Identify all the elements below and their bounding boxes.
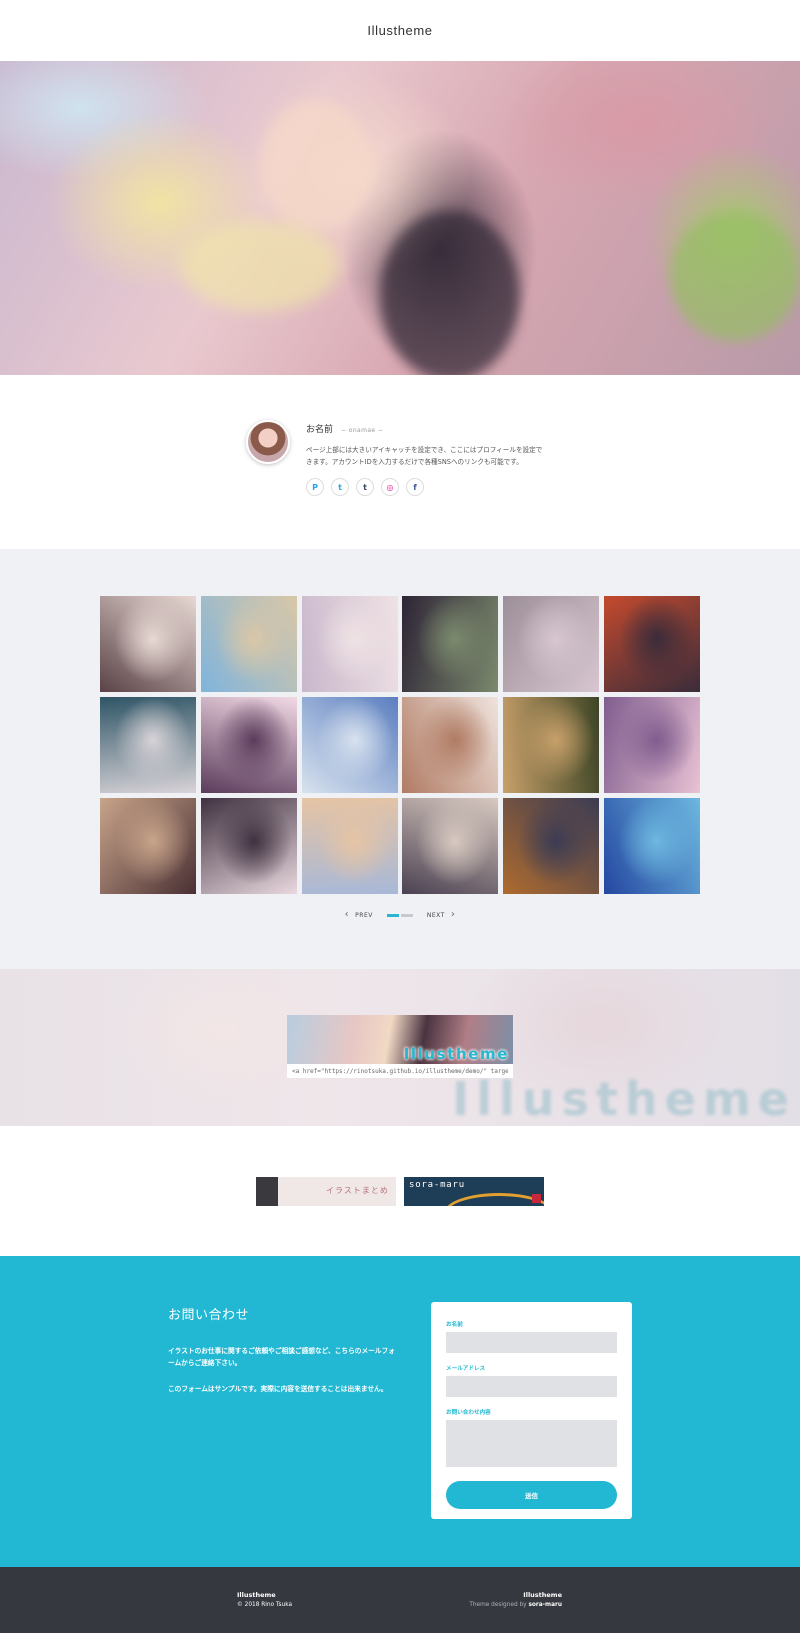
- link-banners: イラストまとめ sora-maru: [0, 1126, 800, 1256]
- profile-name: お名前: [306, 425, 334, 435]
- name-label: お名前: [446, 1322, 463, 1328]
- footer-credit-link[interactable]: sora-maru: [528, 1602, 562, 1608]
- arc-decoration: [444, 1192, 544, 1206]
- footer-theme-title: Illustheme: [523, 1591, 562, 1599]
- sns-links: Pt t ◎ f: [306, 478, 566, 496]
- gallery-thumbnail[interactable]: [200, 798, 297, 894]
- twitter-link[interactable]: t: [331, 478, 349, 496]
- site-footer: Illustheme © 2018 Rino Tsuka Illustheme …: [0, 1567, 800, 1633]
- gallery-thumbnail[interactable]: [402, 798, 499, 894]
- chevron-right-icon: ›: [450, 909, 456, 920]
- tumblr-link[interactable]: t: [356, 478, 374, 496]
- email-field[interactable]: [446, 1376, 617, 1397]
- gallery-grid: [100, 596, 700, 894]
- gallery-thumbnail[interactable]: [100, 798, 196, 894]
- page-dot-2[interactable]: [400, 913, 413, 917]
- tumblr-icon: t: [363, 482, 367, 492]
- next-label: NEXT: [426, 911, 445, 919]
- next-button[interactable]: NEXT ›: [427, 910, 455, 920]
- banner-code-field[interactable]: [287, 1064, 513, 1078]
- gallery-thumbnail[interactable]: [402, 596, 499, 692]
- site-title[interactable]: Illustheme: [367, 23, 432, 38]
- gallery-thumbnail[interactable]: [301, 697, 398, 793]
- gallery-thumbnail[interactable]: [301, 596, 398, 692]
- prev-button[interactable]: ‹ PREV: [345, 910, 373, 920]
- gallery-thumbnail[interactable]: [100, 596, 196, 692]
- contact-description: イラストのお仕事に関するご依頼やご相談ご感想など、こちらのメールフォームからご連…: [168, 1347, 395, 1367]
- link-banner-soramaru[interactable]: sora-maru: [404, 1176, 544, 1206]
- page-dot-1[interactable]: [386, 913, 399, 917]
- pixiv-link[interactable]: P: [306, 478, 324, 496]
- banner-background-text: Illustheme: [452, 1072, 796, 1126]
- submit-button[interactable]: 送信: [446, 1481, 617, 1509]
- twitter-icon: t: [338, 482, 342, 492]
- contact-section: お問い合わせ イラストのお仕事に関するご依頼やご相談ご感想など、こちらのメールフ…: [0, 1256, 800, 1567]
- profile-bio: ページ上部には大きいアイキャッチを設定でき、ここにはプロフィールを設定で きます…: [306, 444, 566, 468]
- footer-credit-prefix: Theme designed by: [469, 1602, 529, 1608]
- gallery-thumbnail[interactable]: [402, 697, 499, 793]
- gallery-thumbnail[interactable]: [603, 798, 700, 894]
- facebook-link[interactable]: f: [406, 478, 424, 496]
- link-banner-illust-text: イラストまとめ: [326, 1185, 389, 1195]
- hero-image: [0, 61, 800, 375]
- name-field[interactable]: [446, 1332, 617, 1353]
- chevron-left-icon: ‹: [344, 909, 350, 920]
- avatar: [246, 420, 290, 464]
- gallery-thumbnail[interactable]: [603, 596, 700, 692]
- site-banner[interactable]: Illustheme: [287, 1015, 513, 1064]
- link-banner-illust[interactable]: イラストまとめ: [256, 1176, 396, 1206]
- message-label: お問い合わせ内容: [446, 1410, 491, 1416]
- instagram-link[interactable]: ◎: [381, 478, 399, 496]
- site-header: Illustheme: [0, 0, 800, 61]
- contact-notice: このフォームはサンプルです。実際に内容を送信することは出来ません。: [168, 1385, 388, 1393]
- email-label: メールアドレス: [446, 1366, 486, 1372]
- gallery-thumbnail[interactable]: [200, 697, 297, 793]
- banner-card: Illustheme: [287, 1015, 513, 1078]
- gallery-thumbnail[interactable]: [503, 798, 600, 894]
- footer-copyright: © 2018 Rino Tsuka: [237, 1602, 293, 1608]
- gallery-thumbnail[interactable]: [603, 697, 700, 793]
- gallery-thumbnail[interactable]: [503, 596, 600, 692]
- footer-title: Illustheme: [237, 1591, 276, 1599]
- facebook-icon: f: [413, 482, 417, 492]
- gallery-thumbnail[interactable]: [301, 798, 398, 894]
- profile-name-roman: − onamae −: [341, 427, 384, 434]
- site-banner-title: Illustheme: [403, 1045, 509, 1063]
- profile-bio-line: きます。アカウントIDを入力するだけで各種SNSへのリンクも可能です。: [306, 458, 523, 466]
- gallery-thumbnail[interactable]: [100, 697, 196, 793]
- gallery-thumbnail[interactable]: [200, 596, 297, 692]
- gallery-section: ‹ PREV NEXT ›: [0, 549, 800, 969]
- banner-section: Illustheme Illustheme: [0, 969, 800, 1126]
- gallery-thumbnail[interactable]: [503, 697, 600, 793]
- prev-label: PREV: [355, 911, 373, 919]
- contact-heading: お問い合わせ: [168, 1308, 250, 1323]
- seal-icon: [532, 1193, 541, 1203]
- profile-card: お名前 − onamae − ページ上部には大きいアイキャッチを設定でき、ここに…: [246, 420, 566, 496]
- profile-bio-line: ページ上部には大きいアイキャッチを設定でき、ここにはプロフィールを設定で: [306, 446, 543, 454]
- profile-section: お名前 − onamae − ページ上部には大きいアイキャッチを設定でき、ここに…: [0, 375, 800, 549]
- instagram-icon: ◎: [386, 482, 394, 492]
- link-banner-soramaru-text: sora-maru: [409, 1179, 465, 1190]
- pixiv-icon: P: [312, 482, 318, 492]
- page-indicator: [386, 913, 413, 917]
- gallery-pager: ‹ PREV NEXT ›: [0, 910, 800, 920]
- message-field[interactable]: [446, 1420, 617, 1467]
- contact-form: お名前 メールアドレス お問い合わせ内容 送信: [431, 1302, 632, 1519]
